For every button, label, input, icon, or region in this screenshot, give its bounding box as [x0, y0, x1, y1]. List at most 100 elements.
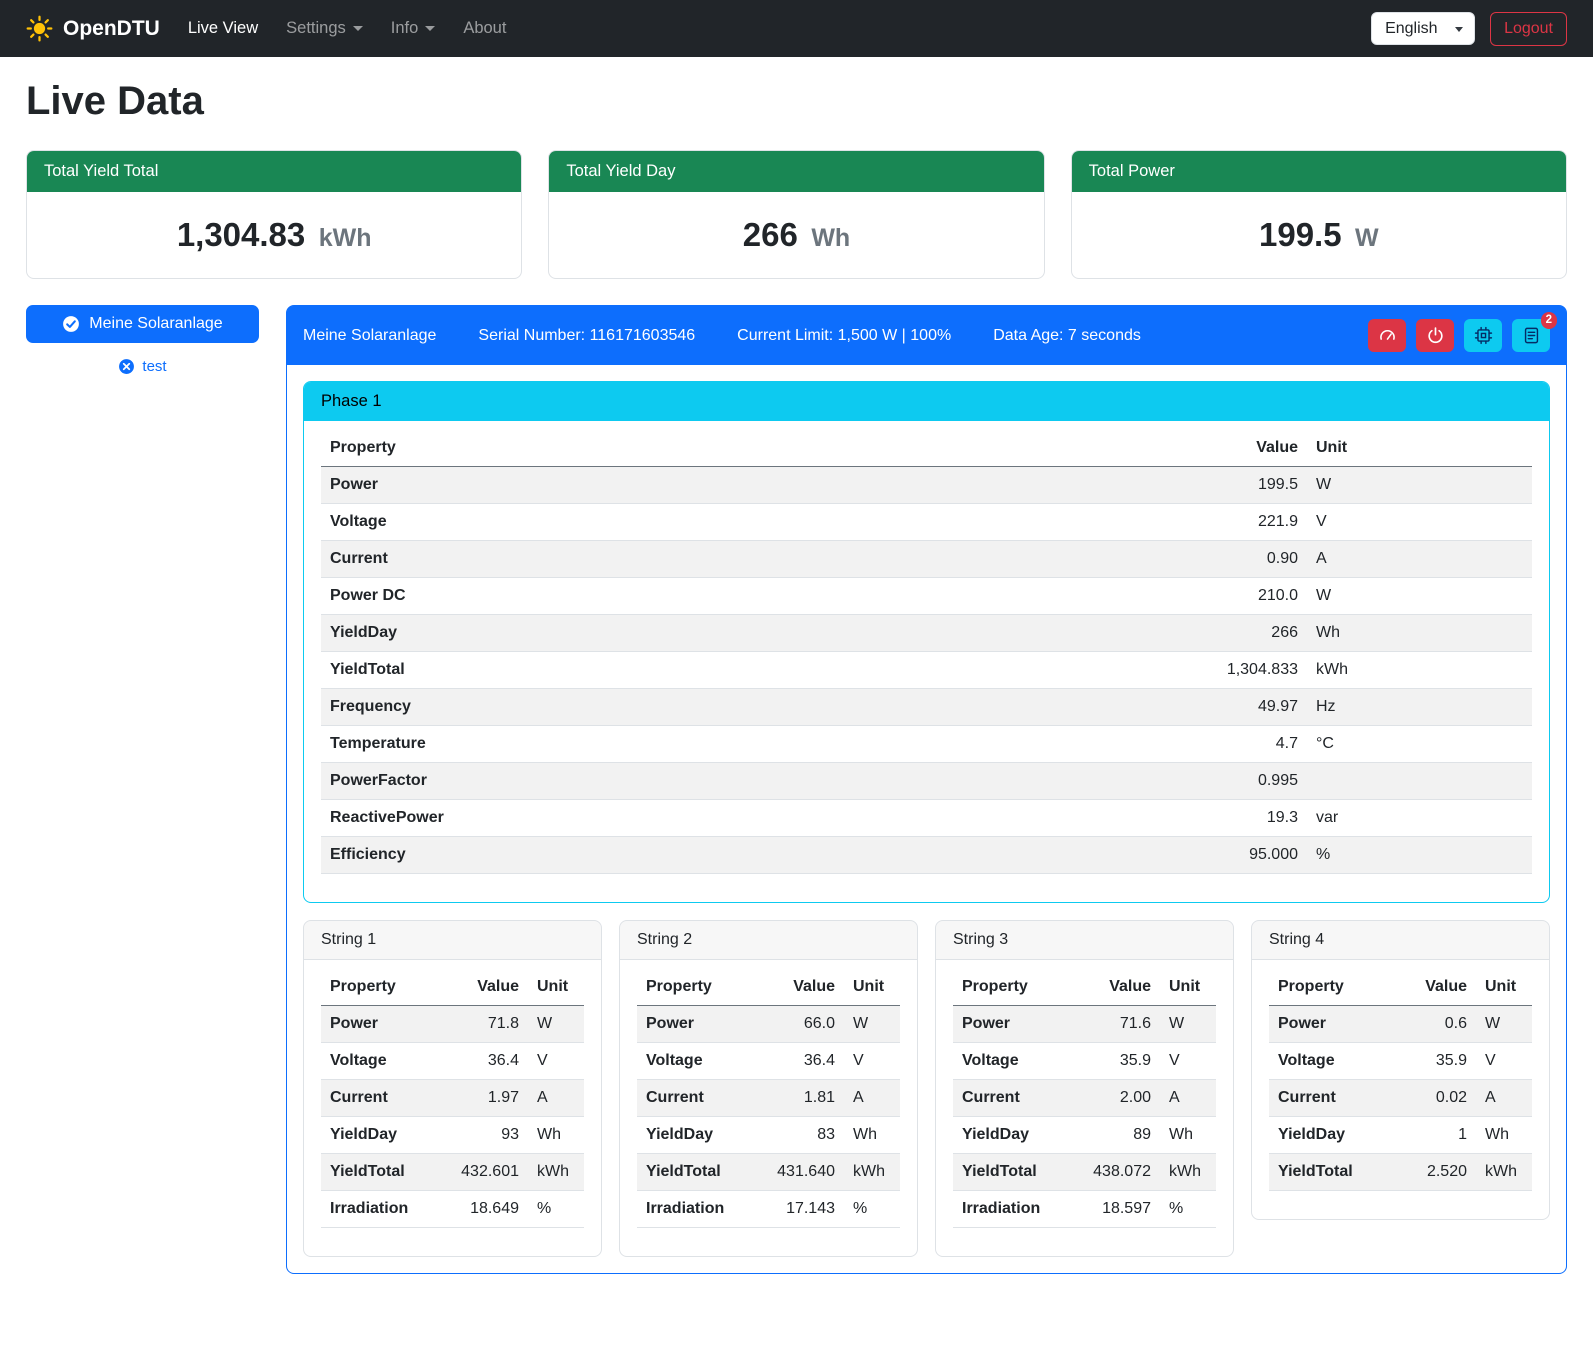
language-select[interactable]: English [1371, 12, 1475, 45]
table-row: Current0.90A [321, 541, 1532, 578]
logout-button[interactable]: Logout [1490, 12, 1567, 46]
cell-unit: var [1307, 800, 1532, 837]
cell-unit: W [844, 1006, 900, 1043]
cell-property: PowerFactor [321, 763, 1147, 800]
summary-card-title: Total Power [1072, 151, 1566, 192]
nav-item-settings[interactable]: Settings [272, 11, 377, 46]
cell-property: ReactivePower [321, 800, 1147, 837]
cell-property: Frequency [321, 689, 1147, 726]
col-header-unit: Unit [528, 969, 584, 1006]
cell-value: 0.995 [1147, 763, 1307, 800]
inverter-limit: Current Limit: 1,500 W | 100% [737, 327, 951, 345]
cell-property: YieldTotal [637, 1154, 754, 1191]
cell-unit: % [528, 1191, 584, 1228]
cell-unit: W [1160, 1006, 1216, 1043]
col-header-unit: Unit [1307, 430, 1532, 467]
col-header-property: Property [1269, 969, 1386, 1006]
table-header-row: Property Value Unit [321, 430, 1532, 467]
nav-item-info[interactable]: Info [377, 11, 450, 46]
table-row: Current1.97A [321, 1080, 584, 1117]
table-header-row: Property Value Unit [321, 969, 584, 1006]
nav-item-about[interactable]: About [449, 11, 520, 46]
summary-value: 266 [743, 216, 798, 253]
sun-icon [26, 15, 53, 42]
power-button[interactable] [1416, 319, 1454, 352]
cell-unit: Hz [1307, 689, 1532, 726]
table-header-row: Property Value Unit [1269, 969, 1532, 1006]
string-card-body: Property Value Unit Power71.6WVoltage35.… [936, 960, 1233, 1228]
summary-unit: W [1355, 224, 1379, 252]
inverter-active-label: Meine Solaranlage [89, 315, 222, 333]
cell-unit: A [844, 1080, 900, 1117]
cell-unit: W [1307, 578, 1532, 615]
inverter-panel-body: Phase 1 Property Value Unit Power199.5WV… [287, 365, 1566, 1273]
cell-property: Current [637, 1080, 754, 1117]
cell-value: 199.5 [1147, 467, 1307, 504]
cell-value: 71.6 [1070, 1006, 1160, 1043]
col-header-property: Property [953, 969, 1070, 1006]
col-header-unit: Unit [1476, 969, 1532, 1006]
cell-property: Irradiation [953, 1191, 1070, 1228]
cell-value: 18.649 [438, 1191, 528, 1228]
inverter-panel: Meine Solaranlage Serial Number: 1161716… [286, 305, 1567, 1274]
table-row: Temperature4.7°C [321, 726, 1532, 763]
string-card-1: String 1 Property Value Unit [303, 920, 602, 1257]
cell-value: 0.02 [1386, 1080, 1476, 1117]
table-row: Power71.6W [953, 1006, 1216, 1043]
summary-card-total-yield-total: Total Yield Total 1,304.83 kWh [26, 150, 522, 279]
table-row: Power66.0W [637, 1006, 900, 1043]
inverter-select-inactive[interactable]: test [26, 358, 259, 375]
cell-property: Current [321, 1080, 438, 1117]
cell-value: 0.90 [1147, 541, 1307, 578]
nav-item-live-view[interactable]: Live View [174, 11, 272, 46]
cell-unit: W [528, 1006, 584, 1043]
cell-property: YieldDay [321, 615, 1147, 652]
limit-settings-button[interactable] [1368, 319, 1406, 352]
summary-card-title: Total Yield Day [549, 151, 1043, 192]
table-row: Voltage35.9V [953, 1043, 1216, 1080]
cell-value: 4.7 [1147, 726, 1307, 763]
cell-value: 36.4 [438, 1043, 528, 1080]
cell-unit: Wh [844, 1117, 900, 1154]
cell-unit: kWh [844, 1154, 900, 1191]
cell-value: 93 [438, 1117, 528, 1154]
cell-property: Current [1269, 1080, 1386, 1117]
string-card-4: String 4 Property Value Unit [1251, 920, 1550, 1220]
col-header-value: Value [1386, 969, 1476, 1006]
event-log-button[interactable]: 2 [1512, 319, 1550, 352]
cell-value: 1.97 [438, 1080, 528, 1117]
device-info-button[interactable] [1464, 319, 1502, 352]
cell-property: YieldTotal [1269, 1154, 1386, 1191]
cell-unit: V [1476, 1043, 1532, 1080]
table-row: Irradiation18.649% [321, 1191, 584, 1228]
page-title: Live Data [26, 79, 1567, 124]
table-row: Voltage36.4V [637, 1043, 900, 1080]
table-row: Irradiation18.597% [953, 1191, 1216, 1228]
cell-value: 66.0 [754, 1006, 844, 1043]
cell-unit: A [1307, 541, 1532, 578]
cell-property: YieldDay [637, 1117, 754, 1154]
language-select-wrap: English [1371, 12, 1475, 45]
table-row: Current2.00A [953, 1080, 1216, 1117]
chevron-down-icon [353, 26, 363, 31]
cell-property: Power DC [321, 578, 1147, 615]
cell-value: 49.97 [1147, 689, 1307, 726]
cell-unit [1307, 763, 1532, 800]
cell-value: 71.8 [438, 1006, 528, 1043]
cell-property: Power [321, 1006, 438, 1043]
string-card-2: String 2 Property Value Unit [619, 920, 918, 1257]
table-row: ReactivePower19.3var [321, 800, 1532, 837]
cell-property: YieldTotal [321, 652, 1147, 689]
cell-value: 1,304.833 [1147, 652, 1307, 689]
table-row: YieldDay83Wh [637, 1117, 900, 1154]
cell-property: YieldDay [321, 1117, 438, 1154]
inverter-select-active[interactable]: Meine Solaranlage [26, 305, 259, 343]
cell-value: 1 [1386, 1117, 1476, 1154]
nav-item-info-label: Info [391, 19, 419, 38]
brand[interactable]: OpenDTU [26, 15, 160, 42]
power-icon [1426, 326, 1445, 345]
cell-unit: Wh [1160, 1117, 1216, 1154]
cell-unit: °C [1307, 726, 1532, 763]
content-row: Meine Solaranlage test Meine Solaranlage… [26, 305, 1567, 1274]
string-card-title: String 2 [620, 921, 917, 960]
